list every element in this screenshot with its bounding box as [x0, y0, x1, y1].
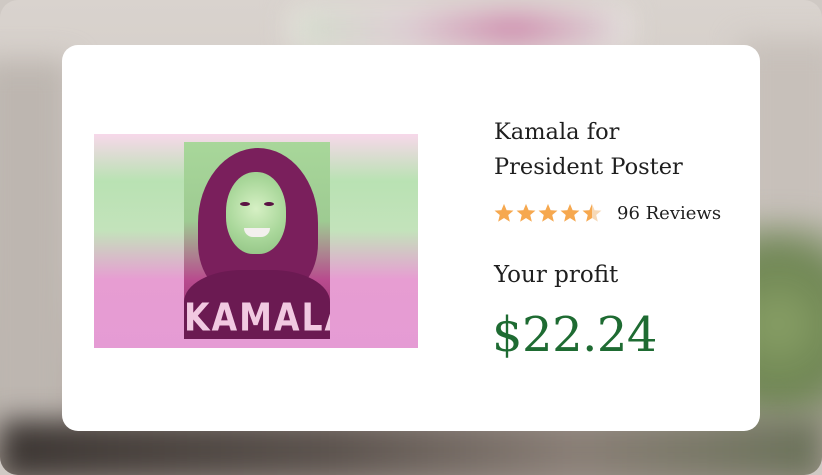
star-rating [494, 203, 602, 223]
product-title[interactable]: Kamala for President Poster [494, 115, 744, 185]
star-icon [494, 204, 514, 222]
reviews-count[interactable]: 96 Reviews [617, 203, 721, 224]
product-rating: 96 Reviews [494, 201, 721, 225]
product-title-line1: Kamala for [494, 119, 620, 145]
poster-artwork: KAMALA [184, 142, 330, 339]
star-icon [538, 204, 558, 222]
product-card: KAMALA Kamala for President Poster 96 Re… [62, 45, 760, 431]
star-icon [516, 204, 536, 222]
star-icon [560, 204, 580, 222]
poster-eye-shape [240, 202, 250, 206]
profit-value: $22.24 [492, 307, 657, 363]
poster-face-shape [226, 172, 286, 254]
poster-eye-shape [264, 202, 274, 206]
background-blur-wall-left [0, 60, 70, 440]
product-title-line2: President Poster [494, 154, 683, 180]
background-blur-poster [300, 14, 620, 44]
product-image[interactable]: KAMALA [94, 134, 418, 348]
profit-label: Your profit [494, 262, 619, 288]
poster-name-text: KAMALA [184, 295, 330, 339]
star-icon [582, 204, 602, 222]
